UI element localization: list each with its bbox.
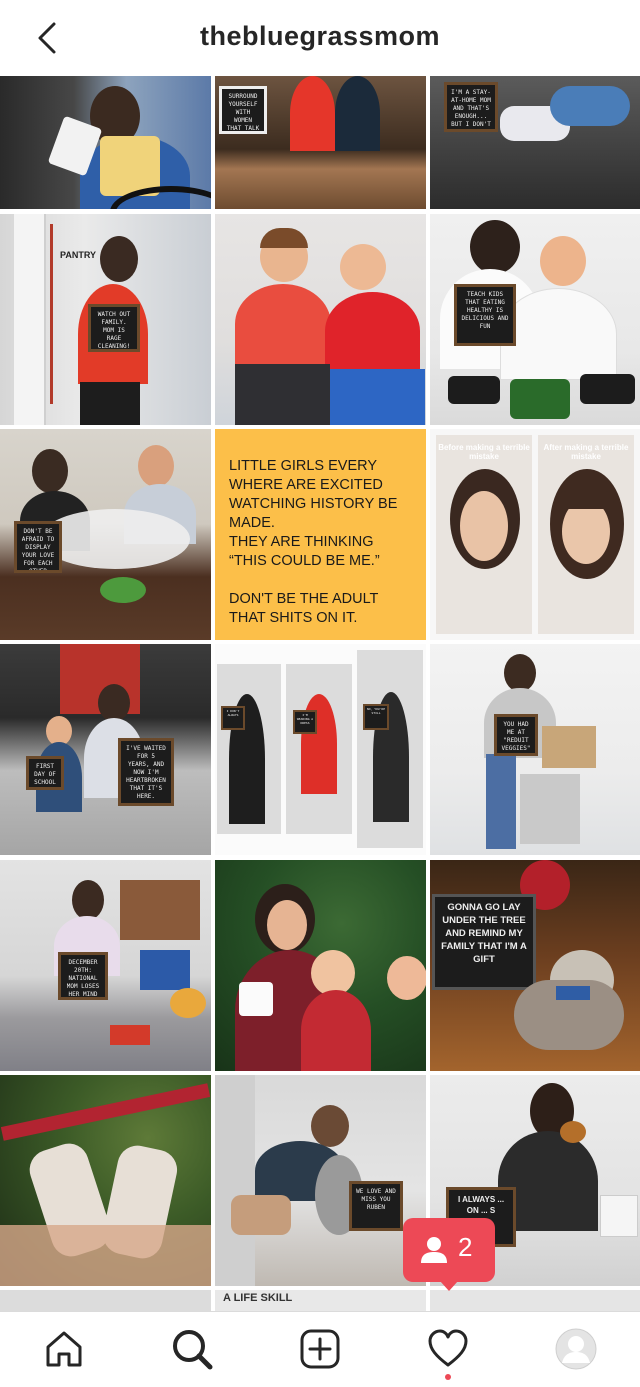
letter-board: I'M A STAY-AT-HOME MOM AND THAT'S ENOUGH… xyxy=(444,82,498,132)
post-tile-7[interactable]: DON'T BE AFRAID TO DISPLAY YOUR LOVE FOR… xyxy=(0,429,211,640)
post-tile-10[interactable]: FIRST DAY OF SCHOOL I'VE WAITED FOR 5 YE… xyxy=(0,644,211,855)
activity-notification-bubble[interactable]: 2 xyxy=(403,1218,495,1291)
post-tile-3[interactable]: I'M A STAY-AT-HOME MOM AND THAT'S ENOUGH… xyxy=(430,76,640,209)
search-icon xyxy=(173,1330,213,1370)
letter-board-2: I'M WEARING A DRESS xyxy=(293,710,317,734)
tab-search[interactable] xyxy=(165,1322,219,1376)
letter-board: I DON'T ALWAYS xyxy=(221,706,245,730)
letter-board: DON'T BE AFRAID TO DISPLAY YOUR LOVE FOR… xyxy=(14,521,62,573)
letter-board: SURROUND YOURSELF WITH WOMEN THAT TALK A… xyxy=(219,86,267,134)
tab-home[interactable] xyxy=(37,1322,91,1376)
profile-username-title: thebluegrassmom xyxy=(199,21,441,51)
activity-badge-dot xyxy=(445,1374,451,1380)
letter-board: DECEMBER 20TH: NATIONAL MOM LOSES HER MI… xyxy=(58,952,108,1000)
heart-icon xyxy=(428,1329,468,1367)
tab-new-post[interactable] xyxy=(293,1322,347,1376)
notification-count: 2 xyxy=(458,1232,473,1262)
add-post-icon xyxy=(300,1329,340,1369)
header-bar: thebluegrassmom xyxy=(0,0,640,76)
profile-avatar xyxy=(555,1328,597,1370)
post-text: A LIFE SKILL xyxy=(223,1292,293,1304)
post-tile-2[interactable]: SURROUND YOURSELF WITH WOMEN THAT TALK A… xyxy=(215,76,426,209)
letter-board: WE LOVE AND MISS YOU RUBEN xyxy=(349,1181,403,1231)
post-tile-20[interactable]: A LIFE SKILL xyxy=(215,1290,426,1311)
letter-board-3: NO, YOU'RE STILL xyxy=(363,704,389,730)
post-tile-15[interactable]: GONNA GO LAY UNDER THE TREE AND REMIND M… xyxy=(430,860,640,1071)
post-tile-12[interactable]: YOU HAD ME AT "REDUIT VEGGIES" xyxy=(430,644,640,855)
letter-board: YOU HAD ME AT "REDUIT VEGGIES" xyxy=(494,714,538,756)
caption-after: After making a terrible mistake xyxy=(543,443,629,461)
letter-board: GONNA GO LAY UNDER THE TREE AND REMIND M… xyxy=(432,894,536,990)
letter-board-2: I'VE WAITED FOR 5 YEARS, AND NOW I'M HEA… xyxy=(118,738,174,806)
post-tile-13[interactable]: DECEMBER 20TH: NATIONAL MOM LOSES HER MI… xyxy=(0,860,211,1071)
post-tile-19[interactable] xyxy=(0,1290,211,1311)
tab-activity[interactable] xyxy=(421,1322,475,1380)
post-tile-14[interactable] xyxy=(215,860,426,1071)
letter-board: WATCH OUT FAMILY. MOM IS RAGE CLEANING! xyxy=(88,304,140,352)
caption-before: Before making a terrible mistake xyxy=(438,443,530,461)
post-tile-8[interactable]: LITTLE GIRLS EVERY WHERE ARE EXCITED WAT… xyxy=(215,429,426,640)
person-icon xyxy=(421,1237,447,1263)
post-tile-6[interactable]: TEACH KIDS THAT EATING HEALTHY IS DELICI… xyxy=(430,214,640,425)
post-tile-5[interactable] xyxy=(215,214,426,425)
post-tile-21[interactable] xyxy=(430,1290,640,1311)
letter-board: TEACH KIDS THAT EATING HEALTHY IS DELICI… xyxy=(454,284,516,346)
post-tile-4[interactable]: PANTRY WATCH OUT FAMILY. MOM IS RAGE CLE… xyxy=(0,214,211,425)
pantry-sign: PANTRY xyxy=(60,250,96,260)
quote-text: LITTLE GIRLS EVERY WHERE ARE EXCITED WAT… xyxy=(229,458,398,626)
post-tile-9[interactable]: Before making a terrible mistake After m… xyxy=(430,429,640,640)
post-tile-11[interactable]: I DON'T ALWAYS I'M WEARING A DRESS NO, Y… xyxy=(215,644,426,855)
posts-grid: SURROUND YOURSELF WITH WOMEN THAT TALK A… xyxy=(0,76,640,1311)
letter-board: FIRST DAY OF SCHOOL xyxy=(26,756,64,790)
tab-profile[interactable] xyxy=(549,1322,603,1376)
bottom-tab-bar xyxy=(0,1311,640,1387)
post-tile-17[interactable]: WE LOVE AND MISS YOU RUBEN xyxy=(215,1075,426,1286)
post-tile-1[interactable] xyxy=(0,76,211,209)
post-tile-16[interactable] xyxy=(0,1075,211,1286)
home-icon xyxy=(46,1331,82,1367)
